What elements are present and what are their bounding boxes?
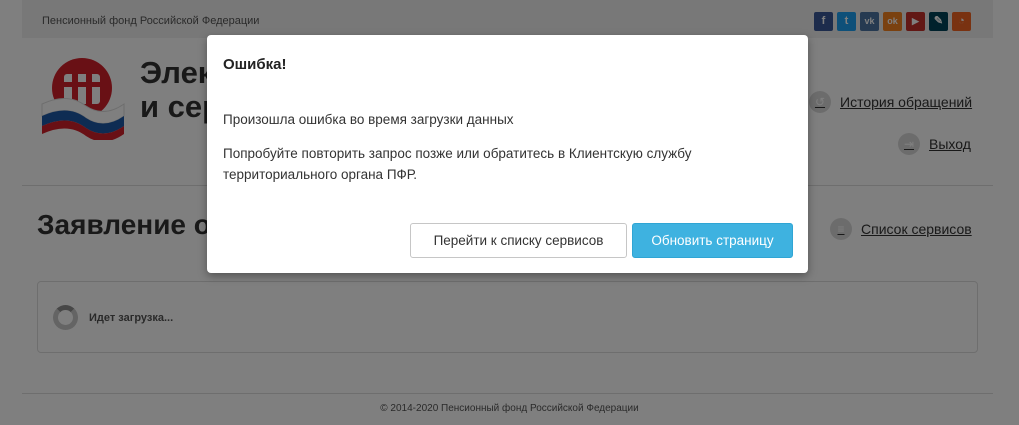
dialog-title: Ошибка! xyxy=(223,56,287,73)
error-message: Произошла ошибка во время загрузки данны… xyxy=(223,112,514,127)
error-hint: Попробуйте повторить запрос позже или об… xyxy=(223,146,692,182)
go-to-services-button[interactable]: Перейти к списку сервисов xyxy=(410,223,627,258)
refresh-page-button[interactable]: Обновить страницу xyxy=(632,223,793,258)
error-dialog: Ошибка! Произошла ошибка во время загруз… xyxy=(207,35,808,273)
